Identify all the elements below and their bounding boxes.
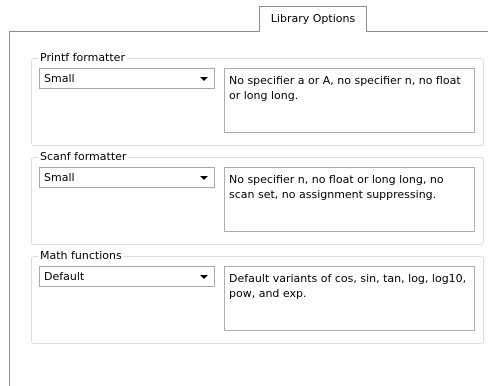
scanf-formatter-select[interactable]: Small [39,167,215,188]
select-value: Default [44,270,85,283]
group-title: Printf formatter [38,51,127,64]
select-value: Small [44,171,75,184]
group-title: Scanf formatter [38,150,129,163]
tab-label: Library Options [270,12,356,25]
printf-formatter-select[interactable]: Small [39,68,215,89]
chevron-down-icon [200,176,208,180]
library-options-page: Library Options Printf formatter Small N… [0,0,488,386]
select-value: Small [44,72,75,85]
scanf-formatter-description: No specifier n, no float or long long, n… [224,167,475,232]
math-functions-group: Math functions Default Default variants … [31,249,484,344]
printf-formatter-description: No specifier a or A, no specifier n, no … [224,68,475,133]
scanf-formatter-group: Scanf formatter Small No specifier n, no… [31,150,484,245]
math-functions-description: Default variants of cos, sin, tan, log, … [224,266,475,331]
tab-library-options[interactable]: Library Options [259,6,367,32]
group-title: Math functions [38,249,124,262]
printf-formatter-group: Printf formatter Small No specifier a or… [31,51,484,146]
chevron-down-icon [200,77,208,81]
chevron-down-icon [200,275,208,279]
math-functions-select[interactable]: Default [39,266,215,287]
